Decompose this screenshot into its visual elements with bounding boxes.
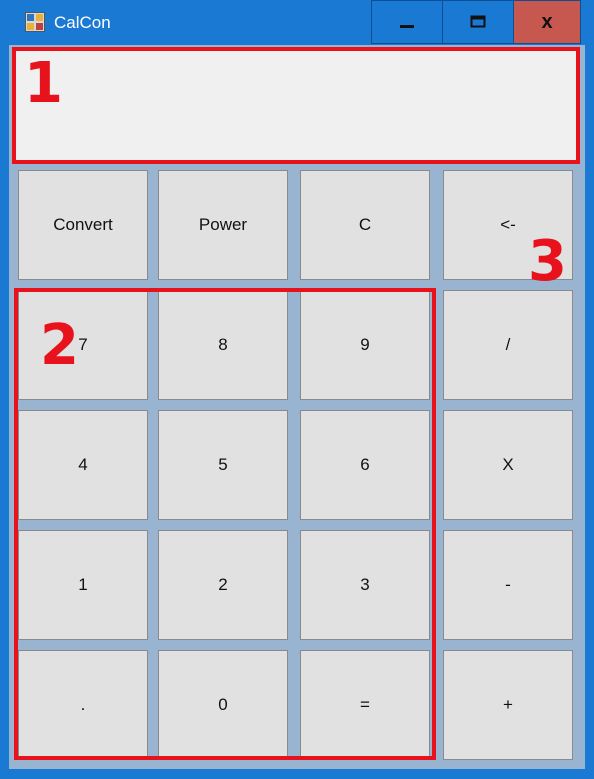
convert-button[interactable]: Convert	[18, 170, 148, 280]
subtract-button[interactable]: -	[443, 530, 573, 640]
annotation-label-2: 2	[40, 313, 79, 378]
maximize-button[interactable]	[442, 0, 514, 44]
annotation-box-display	[12, 47, 580, 164]
window-title: CalCon	[54, 13, 111, 32]
close-icon: x	[541, 10, 553, 33]
multiply-label: X	[502, 455, 514, 474]
divide-button[interactable]: /	[443, 290, 573, 400]
minimize-button[interactable]	[371, 0, 443, 44]
title-bar: CalCon x	[0, 0, 594, 46]
clear-button[interactable]: C	[300, 170, 430, 280]
clear-label: C	[358, 215, 372, 234]
annotation-label-1: 1	[24, 51, 63, 116]
annotation-label-3: 3	[528, 229, 567, 294]
divide-label: /	[505, 335, 511, 354]
calculator-app-icon	[25, 12, 45, 32]
subtract-label: -	[505, 575, 511, 594]
add-label: +	[503, 695, 513, 714]
maximize-icon	[470, 15, 486, 28]
convert-label: Convert	[53, 215, 113, 234]
power-label: Power	[198, 215, 248, 234]
close-button[interactable]: x	[513, 0, 581, 44]
power-button[interactable]: Power	[158, 170, 288, 280]
backspace-label: <-	[500, 215, 516, 234]
multiply-button[interactable]: X	[443, 410, 573, 520]
add-button[interactable]: +	[443, 650, 573, 760]
minimize-icon	[400, 25, 414, 28]
